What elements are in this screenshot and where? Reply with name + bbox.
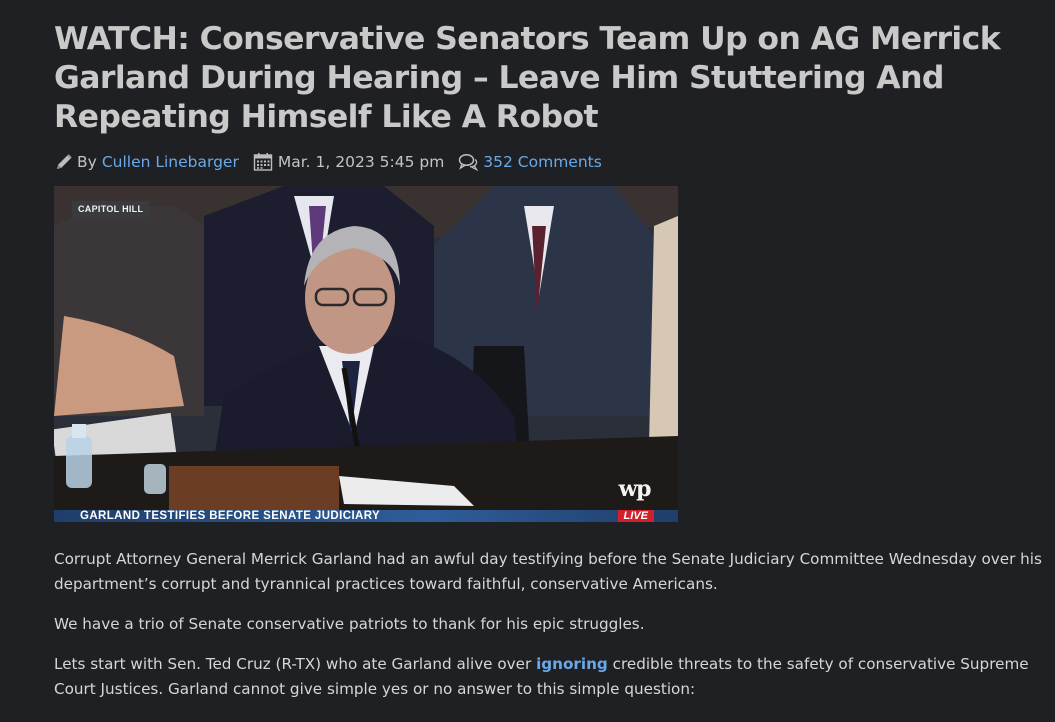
ignoring-link[interactable]: ignoring (536, 655, 608, 673)
author-meta: By Cullen Linebarger (54, 152, 239, 172)
article-meta: By Cullen Linebarger Mar. 1, 2023 5:45 p… (54, 150, 1049, 174)
paragraph-3: Lets start with Sen. Ted Cruz (R-TX) who… (54, 652, 1049, 702)
comments-meta: 352 Comments (458, 152, 602, 172)
calendar-icon (253, 152, 273, 172)
article-headline: WATCH: Conservative Senators Team Up on … (54, 21, 1001, 135)
comments-icon (458, 152, 479, 172)
article-date: Mar. 1, 2023 5:45 pm (277, 153, 445, 171)
comments-link[interactable]: 352 Comments (483, 153, 602, 171)
author-prefix: By (77, 153, 97, 171)
hearing-photo (54, 186, 678, 522)
hero-video-image[interactable]: CAPITOL HILL wp GARLAND TESTIFIES BEFORE… (54, 186, 678, 522)
location-tag: CAPITOL HILL (72, 201, 150, 217)
washington-post-logo: wp (618, 476, 652, 502)
article: WATCH: Conservative Senators Team Up on … (54, 20, 1049, 717)
live-badge: LIVE (617, 510, 654, 522)
author-link[interactable]: Cullen Linebarger (102, 153, 239, 171)
pencil-icon (54, 152, 74, 172)
paragraph-3-text-a: Lets start with Sen. Ted Cruz (R-TX) who… (54, 655, 537, 673)
date-meta: Mar. 1, 2023 5:45 pm (253, 152, 444, 172)
paragraph-1: Corrupt Attorney General Merrick Garland… (54, 550, 1042, 593)
paragraph-2: We have a trio of Senate conservative pa… (54, 615, 645, 633)
chyron-text: GARLAND TESTIFIES BEFORE SENATE JUDICIAR… (80, 510, 381, 522)
article-body: Corrupt Attorney General Merrick Garland… (54, 547, 1049, 702)
